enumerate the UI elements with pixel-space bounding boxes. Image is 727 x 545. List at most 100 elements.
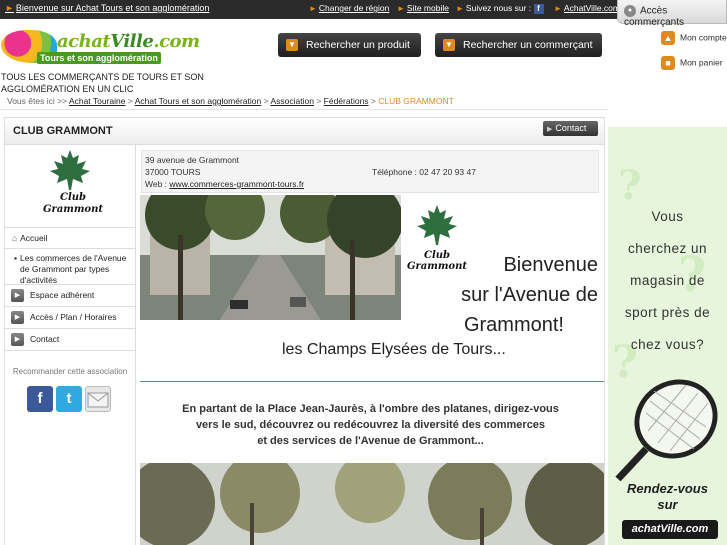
maple-leaf-icon	[50, 150, 90, 190]
avenue-photo	[140, 195, 401, 320]
ad-brand-logo: achatVille.com	[622, 520, 718, 539]
home-link[interactable]: ► Bienvenue sur Achat Tours et son agglom…	[5, 3, 209, 13]
key-icon: ●	[624, 5, 636, 17]
achatville-logo[interactable]: achatVille.com Tours et son agglomératio…	[1, 30, 200, 64]
ad-cta-line: Rendez-vous	[627, 481, 708, 496]
follow-us: ► Suivez nous sur : f	[456, 3, 544, 14]
tennis-racket-icon	[615, 379, 718, 481]
address-block: 39 avenue de Grammont 37000 TOURS Téléph…	[141, 150, 599, 193]
search-product-label: Rechercher un produit	[306, 39, 410, 51]
main-content: 39 avenue de Grammont 37000 TOURS Téléph…	[136, 145, 605, 545]
welcome-line-3: Grammont!	[463, 314, 564, 336]
page-title-bar: CLUB GRAMMONT	[4, 117, 605, 145]
mobile-site-link[interactable]: ► Site mobile	[397, 3, 449, 13]
breadcrumb-separator: >	[370, 96, 376, 106]
welcome-line-2: sur l'Avenue de	[461, 284, 598, 306]
ad-line: sport près de	[624, 305, 711, 320]
facebook-share-icon[interactable]: f	[27, 386, 53, 412]
search-product-button[interactable]: ▼ Rechercher un produit	[278, 33, 421, 57]
ad-line: cherchez un	[627, 241, 708, 256]
breadcrumb-item[interactable]: Achat Tours et son agglomération	[135, 96, 261, 106]
achatville-link[interactable]: ► AchatVille.com	[554, 3, 620, 13]
website-link[interactable]: www.commerces-grammont-tours.fr	[169, 179, 304, 189]
search-merchant-label: Rechercher un commerçant	[463, 39, 593, 51]
sidebar: Club Grammont ⌂ Accueil ▪ Les commerces de …	[4, 145, 136, 545]
ad-cta-line: sur	[657, 497, 678, 512]
contact-button-label: Contact	[555, 123, 587, 133]
intro-line: En partant de la Place Jean-Jaurès, à l'…	[182, 403, 559, 415]
twitter-share-icon[interactable]: t	[56, 386, 82, 412]
address-phone: Téléphone : 02 47 20 93 47	[372, 167, 476, 177]
chevron-right-icon: ▶	[11, 289, 24, 302]
club-logo-large-text: Club Grammont	[406, 250, 467, 272]
breadcrumb-separator: >	[316, 96, 322, 106]
welcome-line-1: Bienvenue	[503, 254, 598, 276]
club-logo-text: Club Grammont	[42, 192, 103, 215]
maple-leaf-icon	[417, 205, 457, 245]
my-cart-link[interactable]: ■ Mon panier	[661, 56, 727, 70]
sidebar-item-label: Les commerces de l'Avenue de Grammont pa…	[20, 253, 127, 285]
address-web: Web : www.commerces-grammont-tours.fr	[145, 179, 305, 189]
intro-line: vers le sud, découvrez ou redécouvrez la…	[195, 419, 546, 431]
search-merchant-button[interactable]: ▼ Rechercher un commerçant	[435, 33, 602, 57]
change-region-link[interactable]: ► Changer de région	[309, 3, 389, 13]
logo-subtitle: Tours et son agglomération	[37, 52, 161, 64]
breadcrumb: Vous êtes ici >> Achat Touraine > Achat …	[0, 96, 608, 110]
sidebar-item-label: Espace adhérent	[30, 289, 95, 300]
ad-line: magasin de	[630, 273, 705, 288]
sport-shop-ad[interactable]: ? ? ? Vous cherchez un magasin de sport …	[608, 127, 727, 545]
sidebar-item-label: Accueil	[20, 233, 48, 243]
breadcrumb-separator: >	[263, 96, 269, 106]
chevron-down-icon: ▼	[443, 39, 455, 52]
sidebar-item-member-area[interactable]: ▶ Espace adhérent	[5, 285, 135, 307]
change-region-label: Changer de région	[318, 3, 390, 13]
avenue-trees-photo	[140, 463, 604, 545]
breadcrumb-prefix: Vous êtes ici >>	[7, 96, 68, 106]
ad-text: Vous cherchez un magasin de sport près d…	[608, 201, 727, 361]
address-street: 39 avenue de Grammont	[145, 155, 240, 165]
ad-line: chez vous?	[630, 337, 705, 352]
breadcrumb-current: CLUB GRAMMONT	[378, 96, 454, 106]
chevron-right-icon: ▶	[11, 311, 24, 324]
follow-us-label: Suivez nous sur :	[465, 3, 532, 13]
home-link-label: Bienvenue sur Achat Tours et son agglomé…	[15, 3, 210, 13]
mobile-site-label: Site mobile	[406, 3, 449, 13]
club-grammont-logo[interactable]: Club Grammont	[38, 148, 108, 223]
user-icon: ▲	[661, 31, 675, 45]
sidebar-item-access[interactable]: ▶ Accès / Plan / Horaires	[5, 307, 135, 329]
bag-icon: ■	[661, 56, 675, 70]
tagline: TOUS LES COMMERÇANTS DE TOURS ET SON AGG…	[1, 72, 204, 94]
address-city: 37000 TOURS	[145, 167, 201, 177]
chevron-right-icon: ▶	[547, 126, 553, 133]
breadcrumb-separator: >	[127, 96, 133, 106]
contact-button[interactable]: ▶ Contact	[543, 121, 598, 136]
club-grammont-logo-large: Club Grammont	[406, 202, 468, 274]
facebook-icon[interactable]: f	[533, 3, 544, 14]
breadcrumb-item[interactable]: Fédérations	[324, 96, 369, 106]
ad-line: Vous	[651, 209, 684, 224]
breadcrumb-item[interactable]: Association	[270, 96, 313, 106]
recommend-label: Recommander cette association	[12, 367, 128, 376]
intro-line: et des services de l'Avenue de Grammont.…	[257, 435, 484, 447]
sidebar-item-label: Contact	[30, 333, 60, 344]
divider	[140, 381, 604, 382]
home-icon: ⌂	[12, 233, 18, 243]
slogan: les Champs Elysées de Tours...	[282, 341, 506, 358]
achatville-label: AchatVille.com	[563, 3, 620, 13]
chevron-right-icon: ▶	[11, 333, 24, 346]
merchant-access-tab[interactable]: ● Accès commerçants	[617, 0, 727, 28]
sidebar-item-commerces[interactable]: ▪ Les commerces de l'Avenue de Grammont p…	[5, 249, 135, 285]
intro-text: En partant de la Place Jean-Jaurès, à l'…	[136, 401, 605, 449]
chevron-down-icon: ▼	[286, 39, 298, 52]
my-account-link[interactable]: ▲ Mon compte	[661, 31, 727, 45]
sidebar-item-label: Accès / Plan / Horaires	[30, 311, 117, 322]
my-account-label: Mon compte	[680, 32, 727, 43]
sidebar-item-contact[interactable]: ▶ Contact	[5, 329, 135, 351]
breadcrumb-item[interactable]: Achat Touraine	[69, 96, 126, 106]
my-cart-label: Mon panier	[680, 57, 723, 68]
ad-cta: Rendez-vous sur	[608, 481, 727, 513]
bullet-icon: ▪	[14, 253, 18, 263]
sidebar-item-home[interactable]: ⌂ Accueil	[5, 227, 135, 249]
logo-wordmark: achatVille.com	[57, 31, 200, 52]
email-share-icon[interactable]	[85, 386, 111, 412]
